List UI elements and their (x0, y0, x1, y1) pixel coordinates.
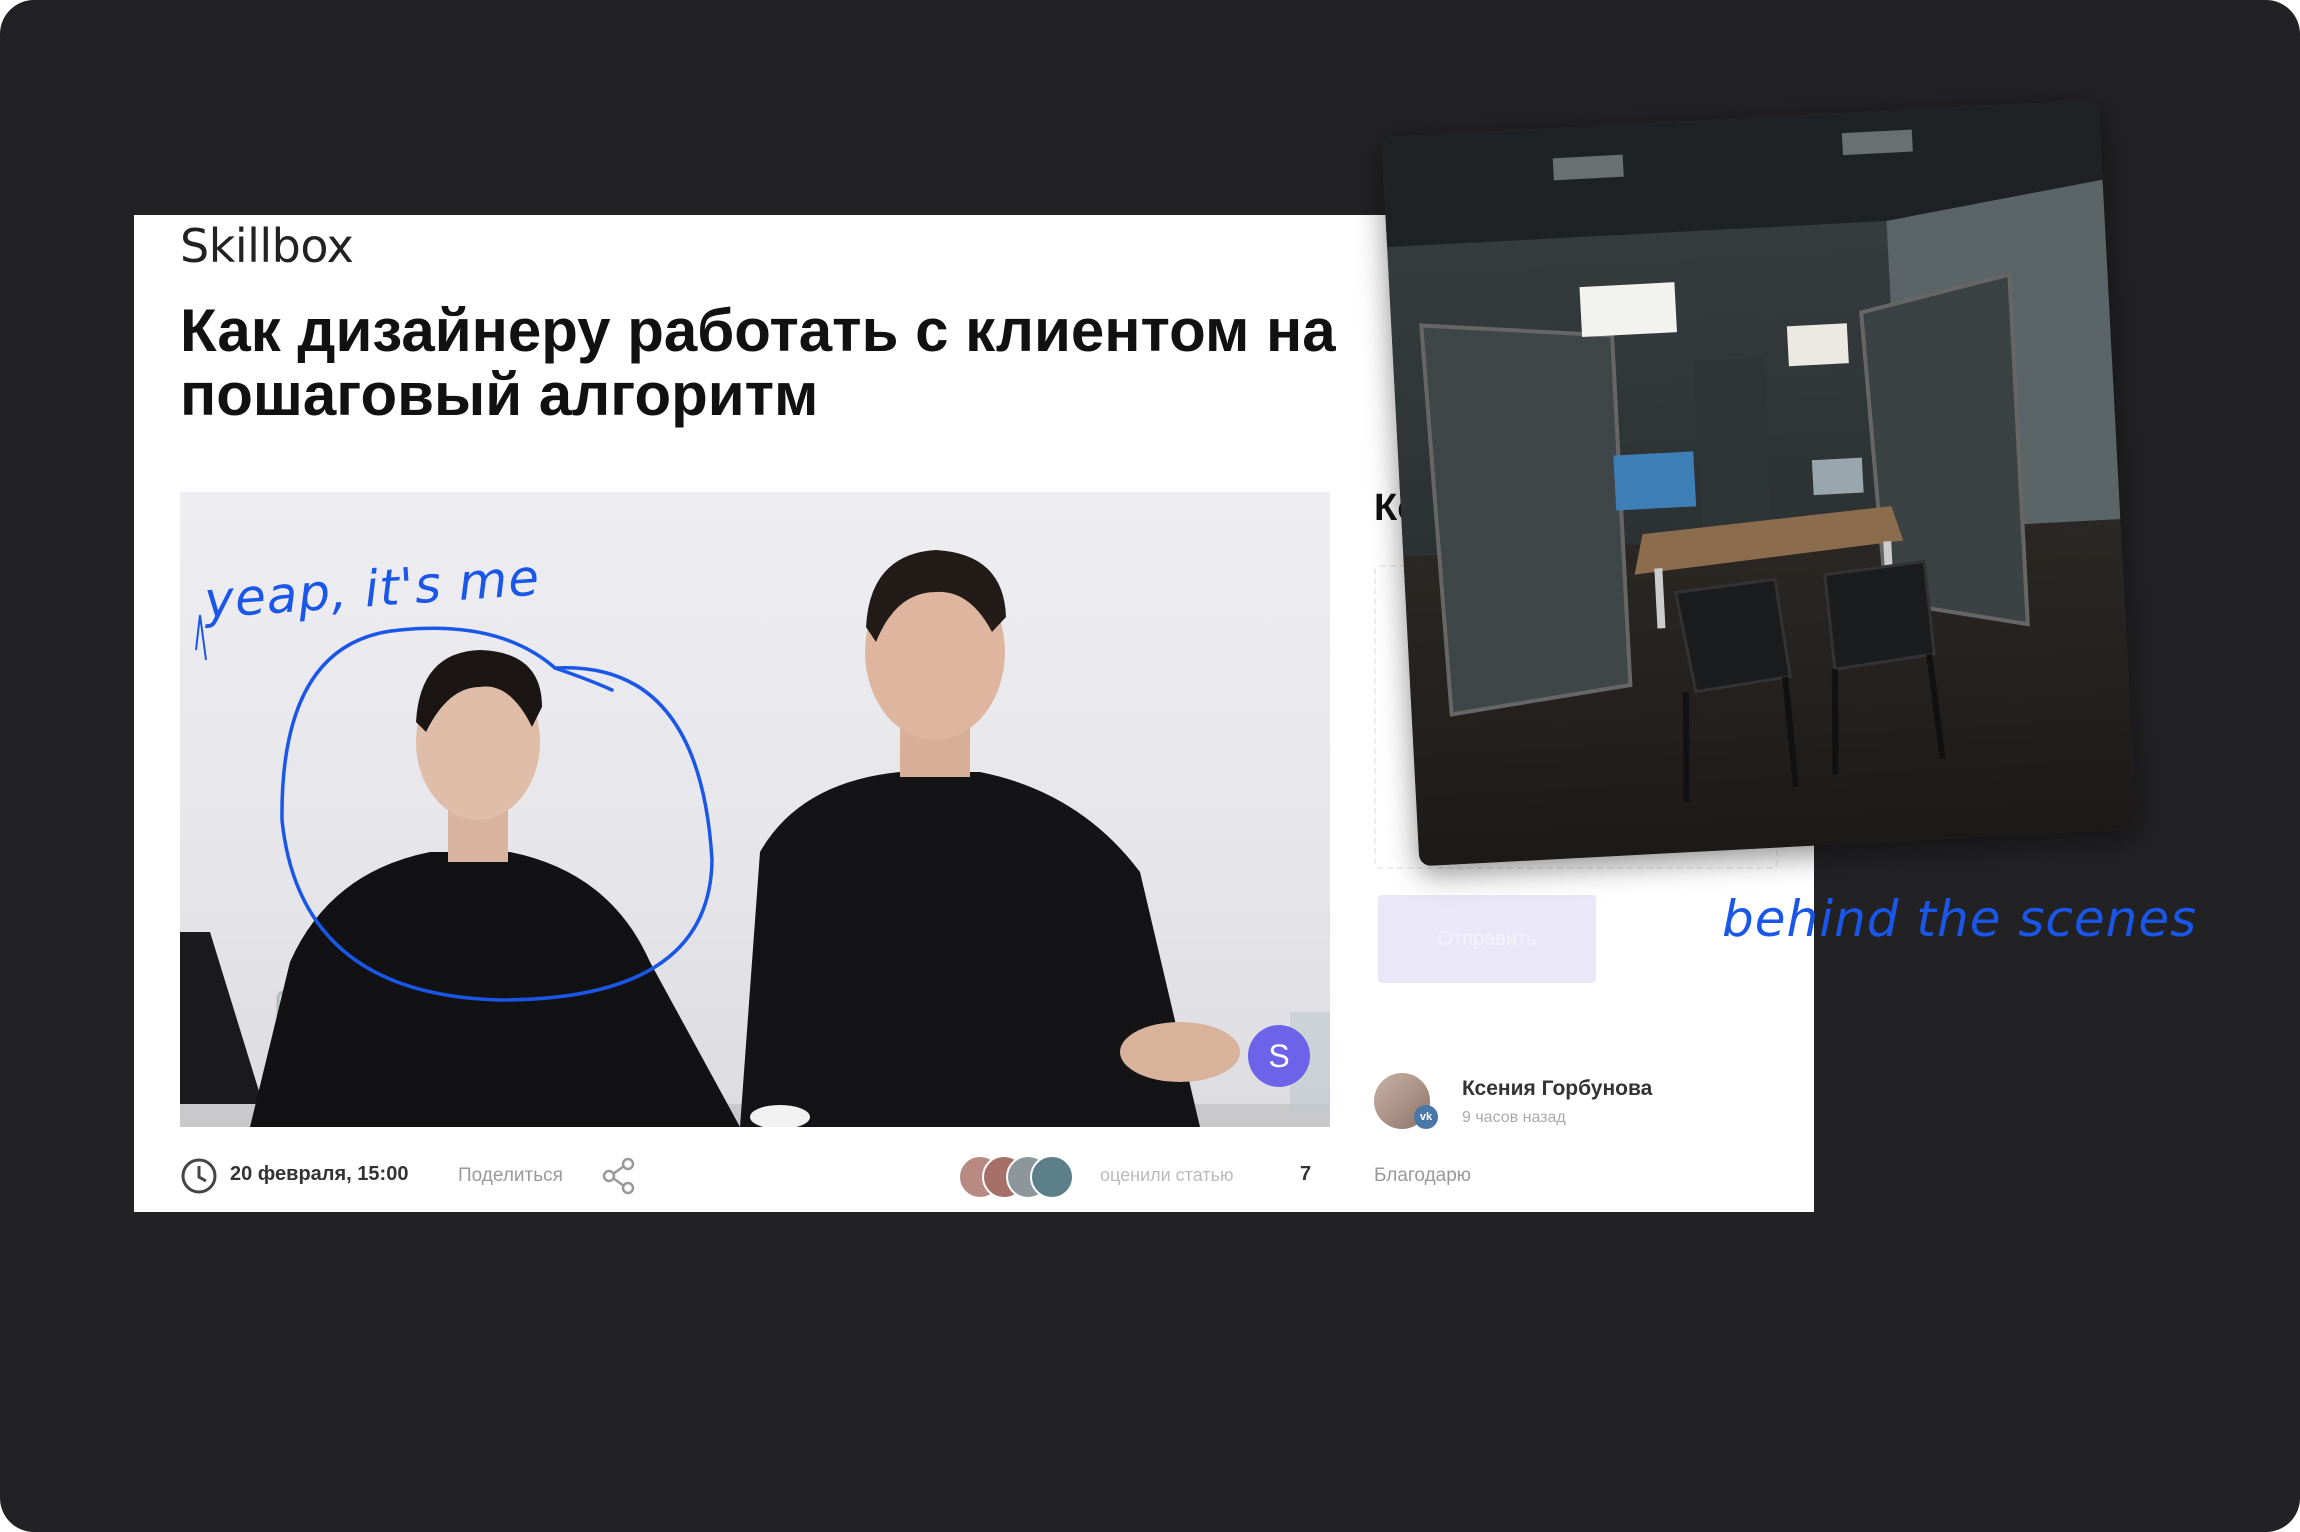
vk-icon: vk (1414, 1105, 1438, 1129)
reactions-label: оценили статью (1100, 1165, 1234, 1185)
publish-date: 20 февраля, 15:00 (230, 1163, 409, 1185)
headline-line-1: Как дизайнеру работать с клиентом на (180, 297, 1336, 364)
reactions-count: 7 (1300, 1163, 1312, 1185)
clock-icon (181, 1158, 217, 1194)
avatar (1030, 1155, 1074, 1199)
author-time: 9 часов назад (1462, 1109, 1566, 1126)
play-badge[interactable]: S (1248, 1025, 1310, 1087)
author-name[interactable]: Ксения Горбунова (1462, 1077, 1652, 1101)
behind-the-scenes-photo (1381, 99, 2137, 867)
thanks-link[interactable]: Благодарю (1374, 1165, 1471, 1187)
reaction-avatars[interactable] (958, 1155, 1078, 1199)
canvas: Skillbox Как дизайнеру работать с клиент… (0, 0, 2300, 1532)
studio-photo-illustration (1381, 99, 2137, 867)
share-link[interactable]: Поделиться (458, 1165, 563, 1187)
send-button[interactable]: Отправить (1378, 895, 1596, 983)
skillbox-logo[interactable]: Skillbox (180, 219, 354, 273)
annotation-behind-the-scenes: behind the scenes (1722, 890, 2198, 948)
headline-line-2: пошаговый алгоритм (180, 361, 819, 428)
share-icon[interactable] (600, 1157, 638, 1195)
article-meta: 20 февраля, 15:00 Поделиться оценили ста… (180, 1155, 1330, 1199)
